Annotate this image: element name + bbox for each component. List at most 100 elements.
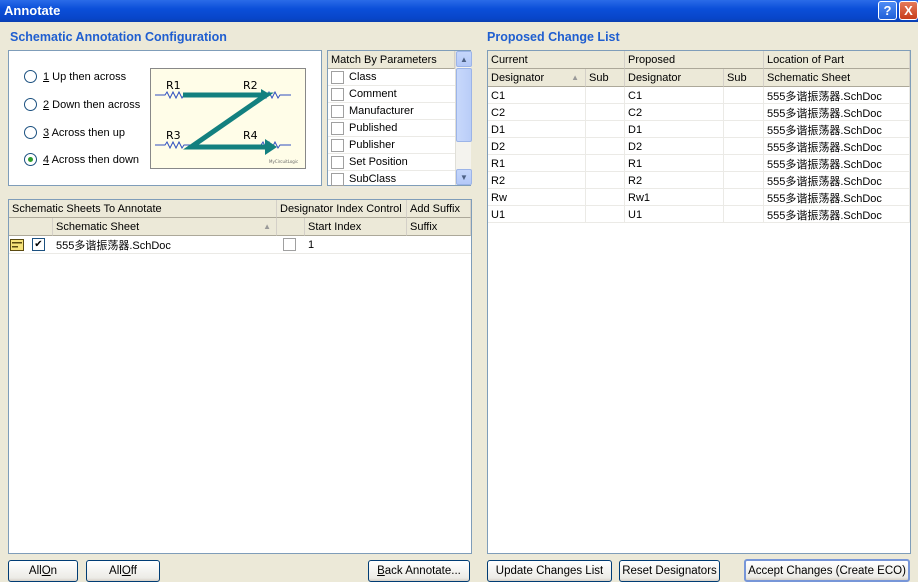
change-list-grid: Current Proposed Location of Part Design…: [487, 50, 911, 554]
col-schematic-sheet-label: Schematic Sheet: [56, 220, 140, 233]
table-row[interactable]: R2 R2 555多谐振荡器.SchDoc: [488, 172, 910, 189]
diagram-label-r4: R4: [243, 129, 258, 142]
match-parameter-checkbox[interactable]: [331, 121, 344, 135]
all-off-label-post: ff: [130, 565, 137, 577]
current-sub-cell: [586, 104, 625, 121]
scroll-up-icon[interactable]: ▲: [456, 51, 472, 67]
match-parameter-item[interactable]: Set Position: [328, 154, 455, 171]
location-group-header: Location of Part: [764, 51, 910, 69]
all-on-label-pre: All: [28, 565, 42, 577]
match-parameter-label: Comment: [349, 88, 397, 100]
table-row[interactable]: R1 R1 555多谐振荡器.SchDoc: [488, 155, 910, 172]
table-row[interactable]: D2 D2 555多谐振荡器.SchDoc: [488, 138, 910, 155]
table-row[interactable]: ✔ 555多谐振荡器.SchDoc 1: [9, 236, 471, 254]
match-parameter-item[interactable]: Manufacturer: [328, 103, 455, 120]
close-button[interactable]: X: [899, 1, 918, 20]
col-schematic-sheet[interactable]: Schematic Sheet: [764, 69, 910, 87]
match-parameter-label: SubClass: [349, 173, 397, 185]
scroll-thumb[interactable]: [456, 68, 472, 142]
radio-button[interactable]: [24, 153, 37, 166]
match-parameter-checkbox[interactable]: [331, 172, 344, 186]
suffix-value[interactable]: [407, 236, 410, 254]
diagram-brand: MyCircuitLogic: [269, 159, 298, 164]
schematic-sheet-cell: 555多谐振荡器.SchDoc: [764, 172, 910, 189]
sheets-blank-header: [9, 218, 53, 236]
schematic-sheet-cell: 555多谐振荡器.SchDoc: [764, 121, 910, 138]
order-option-4[interactable]: 4 Across then down: [24, 153, 139, 166]
col-start-index[interactable]: Start Index: [305, 218, 407, 236]
start-index-checkbox[interactable]: [283, 238, 296, 251]
scroll-down-icon[interactable]: ▼: [456, 169, 472, 185]
sort-asc-icon: ▲: [263, 222, 271, 231]
current-sub-cell: [586, 206, 625, 223]
table-row[interactable]: Rw Rw1 555多谐振荡器.SchDoc: [488, 189, 910, 206]
table-row[interactable]: C1 C1 555多谐振荡器.SchDoc: [488, 87, 910, 104]
match-parameter-checkbox[interactable]: [331, 138, 344, 152]
match-parameter-item[interactable]: SubClass: [328, 171, 455, 188]
col-current-designator-label: Designator: [491, 71, 545, 84]
order-option-label: 2 Down then across: [43, 99, 140, 111]
start-index-value[interactable]: 1: [305, 236, 314, 254]
sheet-enable-checkbox[interactable]: ✔: [32, 238, 45, 251]
match-parameter-label: Set Position: [349, 156, 408, 168]
match-parameter-item[interactable]: Comment: [328, 86, 455, 103]
order-option-3[interactable]: 3 Across then up: [24, 126, 125, 139]
col-suffix[interactable]: Suffix: [407, 218, 471, 236]
col-schematic-sheet[interactable]: Schematic Sheet ▲: [53, 218, 277, 236]
accept-changes-button[interactable]: Accept Changes (Create ECO): [744, 559, 910, 582]
current-designator-cell: Rw: [488, 189, 586, 206]
table-row[interactable]: D1 D1 555多谐振荡器.SchDoc: [488, 121, 910, 138]
order-option-label: 4 Across then down: [43, 154, 139, 166]
proposed-designator-cell: U1: [625, 206, 724, 223]
current-designator-cell: D1: [488, 121, 586, 138]
current-designator-cell: C1: [488, 87, 586, 104]
match-parameter-item[interactable]: Publisher: [328, 137, 455, 154]
back-annotate-hotkey: B: [377, 565, 385, 577]
col-current-designator[interactable]: Designator ▲: [488, 69, 586, 87]
proposed-group-header: Proposed: [625, 51, 764, 69]
col-proposed-designator[interactable]: Designator: [625, 69, 724, 87]
proposed-designator-cell: Rw1: [625, 189, 724, 206]
all-off-hotkey: O: [121, 565, 131, 577]
radio-button[interactable]: [24, 70, 37, 83]
schematic-sheet-cell: 555多谐振荡器.SchDoc: [764, 155, 910, 172]
match-scrollbar[interactable]: ▲ ▼: [455, 51, 472, 185]
current-sub-cell: [586, 155, 625, 172]
sort-asc-icon: ▲: [571, 73, 579, 82]
order-option-1[interactable]: 1 Up then across: [24, 70, 126, 83]
all-off-button[interactable]: All Off: [86, 560, 160, 582]
match-parameter-checkbox[interactable]: [331, 155, 344, 169]
radio-button[interactable]: [24, 126, 37, 139]
match-parameter-item[interactable]: Published: [328, 120, 455, 137]
schematic-sheet-cell: 555多谐振荡器.SchDoc: [764, 206, 910, 223]
match-parameter-checkbox[interactable]: [331, 104, 344, 118]
diagram-label-r2: R2: [243, 79, 258, 92]
current-sub-cell: [586, 172, 625, 189]
proposed-designator-cell: R1: [625, 155, 724, 172]
help-button[interactable]: ?: [878, 1, 897, 20]
current-designator-cell: R2: [488, 172, 586, 189]
match-parameter-item[interactable]: Class: [328, 69, 455, 86]
all-on-button[interactable]: All On: [8, 560, 78, 582]
proposed-designator-cell: D2: [625, 138, 724, 155]
current-designator-cell: C2: [488, 104, 586, 121]
match-parameter-checkbox[interactable]: [331, 70, 344, 84]
sheets-grid: Schematic Sheets To Annotate Designator …: [8, 199, 472, 554]
col-proposed-sub[interactable]: Sub: [724, 69, 764, 87]
match-parameter-checkbox[interactable]: [331, 87, 344, 101]
table-row[interactable]: U1 U1 555多谐振荡器.SchDoc: [488, 206, 910, 223]
back-annotate-button[interactable]: Back Annotate...: [368, 560, 470, 582]
proposed-sub-cell: [724, 155, 764, 172]
annotation-order-diagram: R1 R2 R3 R4 MyCircuitLogic: [150, 68, 306, 169]
proposed-sub-cell: [724, 206, 764, 223]
add-suffix-header: Add Suffix: [407, 200, 471, 218]
radio-button[interactable]: [24, 98, 37, 111]
col-current-sub[interactable]: Sub: [586, 69, 625, 87]
reset-designators-button[interactable]: Reset Designators: [619, 560, 720, 582]
diagram-label-r3: R3: [166, 129, 181, 142]
update-changes-button[interactable]: Update Changes List: [487, 560, 612, 582]
current-designator-cell: R1: [488, 155, 586, 172]
order-option-2[interactable]: 2 Down then across: [24, 98, 140, 111]
schematic-sheet-cell: 555多谐振荡器.SchDoc: [764, 104, 910, 121]
table-row[interactable]: C2 C2 555多谐振荡器.SchDoc: [488, 104, 910, 121]
